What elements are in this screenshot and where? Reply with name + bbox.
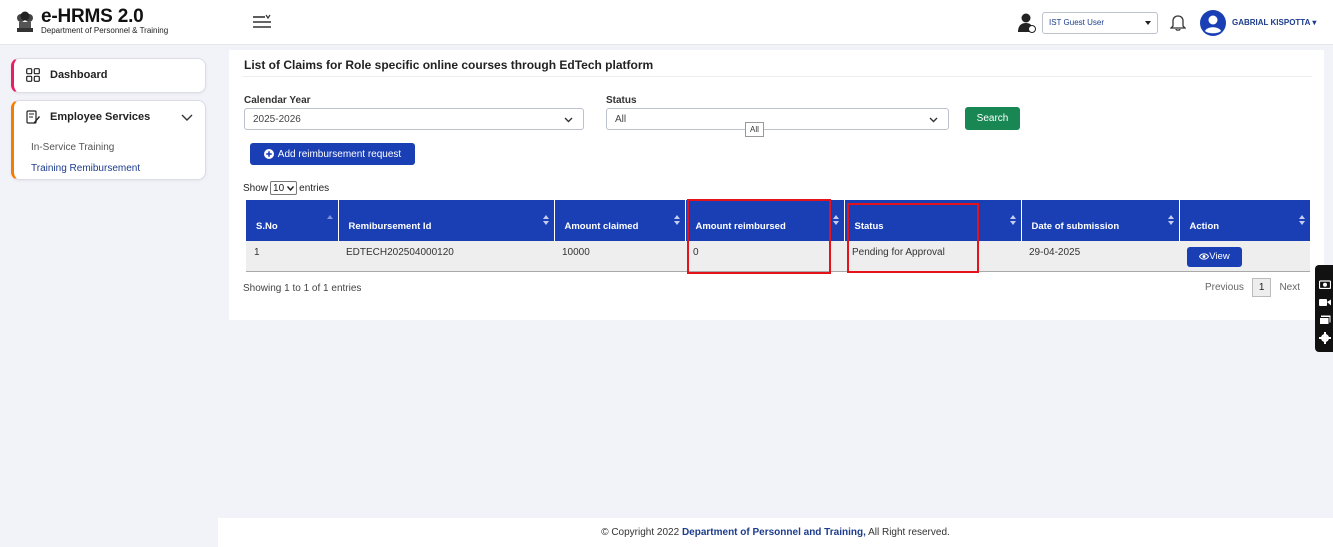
- view-label: View: [1209, 251, 1230, 262]
- highlight-box-amount-reimbursed: [687, 199, 831, 274]
- chevron-down-icon: [287, 185, 295, 191]
- avatar-icon[interactable]: [1200, 10, 1226, 36]
- previous-page-button[interactable]: Previous: [1205, 282, 1244, 293]
- plus-circle-icon: [263, 149, 274, 159]
- col-header-action[interactable]: Action: [1179, 200, 1311, 241]
- calendar-year-select[interactable]: 2025-2026: [244, 108, 584, 130]
- col-header-remibursement-id[interactable]: Remibursement Id: [338, 200, 555, 241]
- gear-icon[interactable]: [1319, 332, 1331, 344]
- footer-copyright: © Copyright 2022: [601, 527, 680, 538]
- cell-action: View: [1179, 241, 1310, 272]
- show-suffix: entries: [299, 182, 330, 194]
- sidebar-item-employee-services[interactable]: Employee Services: [26, 110, 150, 124]
- status-select-value: All: [615, 114, 627, 125]
- sidebar-subitem-in-service-training[interactable]: In-Service Training: [31, 142, 114, 153]
- app-subtitle: Department of Personnel & Training: [41, 26, 169, 35]
- col-header-label: Amount claimed: [564, 221, 639, 232]
- sort-icon: [1167, 215, 1174, 225]
- footer-rights: All Right reserved.: [868, 527, 950, 538]
- caret-down-icon: [1145, 21, 1151, 25]
- add-reimbursement-button[interactable]: Add reimbursement request: [250, 143, 415, 165]
- col-header-date-of-submission[interactable]: Date of submission: [1021, 200, 1180, 241]
- national-emblem-icon: [17, 11, 33, 32]
- calendar-year-value: 2025-2026: [253, 114, 301, 125]
- sidebar-item-label: Dashboard: [50, 69, 108, 81]
- role-select[interactable]: IST Guest User: [1042, 12, 1158, 34]
- page-title: List of Claims for Role specific online …: [244, 58, 654, 72]
- cell-date-of-submission: 29-04-2025: [1021, 241, 1179, 272]
- camera-icon[interactable]: [1319, 279, 1331, 289]
- show-prefix: Show: [243, 182, 269, 194]
- next-page-button[interactable]: Next: [1279, 282, 1300, 293]
- bell-icon[interactable]: [1170, 14, 1186, 31]
- col-header-label: Remibursement Id: [348, 221, 432, 232]
- status-tooltip: All: [745, 122, 764, 137]
- sort-asc-icon: [326, 215, 333, 219]
- cell-remibursement-id: EDTECH202504000120: [338, 241, 554, 272]
- status-label: Status: [606, 95, 637, 106]
- sidebar-group-employee-services: Employee Services In-Service Training Tr…: [11, 100, 206, 180]
- top-header: e-HRMS 2.0 Department of Personnel & Tra…: [0, 0, 1333, 45]
- chevron-down-icon: [929, 117, 938, 123]
- table-info: Showing 1 to 1 of 1 entries: [243, 283, 362, 294]
- status-select[interactable]: All: [606, 108, 949, 130]
- grid-icon: [26, 68, 40, 82]
- pagination: Previous 1 Next: [1205, 278, 1300, 297]
- user-menu[interactable]: GABRIAL KISPOTTA ▾: [1232, 18, 1316, 27]
- col-header-label: Action: [1189, 221, 1220, 232]
- sort-icon: [1298, 215, 1305, 225]
- entries-length: Show 10 entries: [243, 181, 329, 195]
- entries-length-value: 10: [273, 182, 285, 194]
- screen-tools-bar: [1315, 265, 1333, 352]
- user-name: GABRIAL KISPOTTA: [1232, 18, 1311, 27]
- add-reimbursement-label: Add reimbursement request: [277, 148, 402, 160]
- chevron-down-icon: [564, 117, 573, 123]
- user-role-icon: [1018, 13, 1036, 33]
- divider: [242, 76, 1312, 77]
- search-button[interactable]: Search: [965, 107, 1020, 130]
- user-menu-caret: ▾: [1312, 18, 1317, 27]
- cell-sno: 1: [246, 241, 338, 272]
- calendar-year-label: Calendar Year: [244, 95, 311, 106]
- sidebar-item-label: Employee Services: [50, 111, 151, 123]
- col-header-label: Date of submission: [1031, 221, 1120, 232]
- eye-icon: [1199, 253, 1210, 260]
- main-panel: List of Claims for Role specific online …: [229, 50, 1324, 320]
- window-icon[interactable]: [1319, 315, 1331, 325]
- sort-icon: [673, 215, 680, 225]
- sort-icon: [1009, 215, 1016, 225]
- menu-toggle-icon[interactable]: [253, 14, 271, 30]
- highlight-box-status: [847, 203, 979, 273]
- entries-length-select[interactable]: 10: [270, 181, 298, 195]
- edit-document-icon: [26, 110, 40, 124]
- video-camera-icon[interactable]: [1319, 297, 1331, 307]
- app-logo[interactable]: e-HRMS 2.0 Department of Personnel & Tra…: [14, 6, 169, 35]
- app-title: e-HRMS 2.0: [41, 6, 144, 27]
- page-1-button[interactable]: 1: [1251, 278, 1272, 297]
- sidebar-subitem-training-remibursement[interactable]: Training Remibursement: [31, 163, 140, 174]
- col-header-amount-claimed[interactable]: Amount claimed: [554, 200, 686, 241]
- sort-icon: [832, 215, 839, 225]
- chevron-down-icon[interactable]: [181, 114, 193, 122]
- cell-amount-claimed: 10000: [554, 241, 685, 272]
- view-button[interactable]: View: [1187, 247, 1242, 267]
- sidebar-item-dashboard[interactable]: Dashboard: [11, 58, 206, 93]
- col-header-sno[interactable]: S.No: [246, 200, 339, 241]
- footer-org-link[interactable]: Department of Personnel and Training,: [682, 527, 866, 538]
- sort-icon: [542, 215, 549, 225]
- col-header-label: S.No: [256, 221, 278, 232]
- role-select-value: IST Guest User: [1049, 18, 1104, 27]
- footer: © Copyright 2022 Department of Personnel…: [218, 518, 1333, 547]
